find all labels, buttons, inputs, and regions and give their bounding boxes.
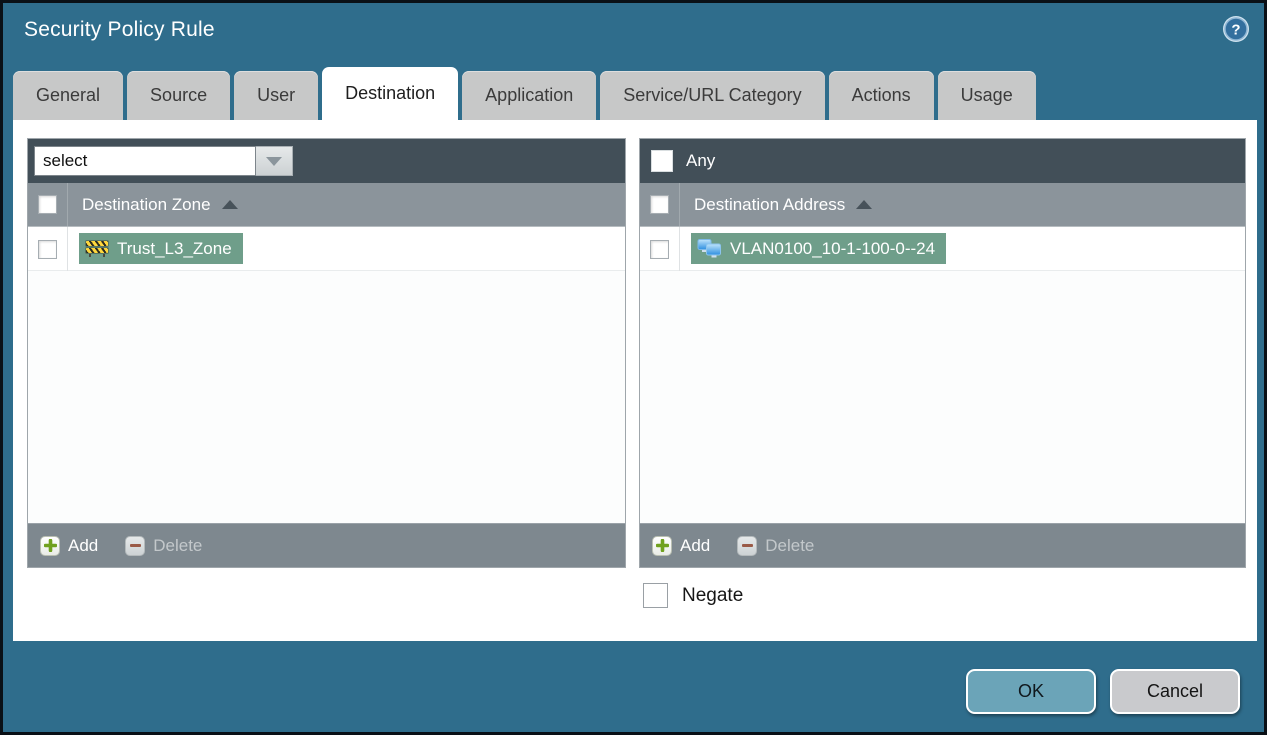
address-row-checkbox[interactable] xyxy=(650,239,669,259)
zone-item-label: Trust_L3_Zone xyxy=(117,238,232,258)
dialog-surface: Security Policy Rule ? General Source Us… xyxy=(3,3,1264,732)
svg-text:?: ? xyxy=(1231,22,1240,39)
cancel-button[interactable]: Cancel xyxy=(1110,669,1240,714)
table-row: Trust_L3_Zone xyxy=(28,227,625,271)
zone-select-all-checkbox[interactable] xyxy=(38,195,57,214)
minus-icon xyxy=(737,535,758,556)
zone-panel-toolbar: select xyxy=(28,139,625,183)
negate-option: Negate xyxy=(643,583,743,608)
zone-select-dropdown-button[interactable] xyxy=(256,146,293,176)
address-panel-footer: Add Delete xyxy=(640,523,1245,567)
chevron-down-icon xyxy=(266,156,282,166)
destination-zone-panel: select Destination Zone Trust_L3_Zone Ad… xyxy=(27,138,626,568)
tab-bar: General Source User Destination Applicat… xyxy=(13,67,1036,120)
zone-delete-button[interactable]: Delete xyxy=(125,535,202,556)
address-panel-toolbar: Any xyxy=(640,139,1245,183)
ok-button[interactable]: OK xyxy=(966,669,1096,714)
address-item-vlan0100[interactable]: VLAN0100_10-1-100-0--24 xyxy=(691,233,947,264)
address-column-header-row: Destination Address xyxy=(640,183,1245,227)
negate-label: Negate xyxy=(682,584,744,606)
security-policy-rule-dialog: Security Policy Rule ? General Source Us… xyxy=(0,0,1267,735)
address-delete-button[interactable]: Delete xyxy=(737,535,814,556)
negate-checkbox[interactable] xyxy=(643,583,668,608)
zone-list: Trust_L3_Zone xyxy=(28,227,625,523)
zone-item-trust-l3-zone[interactable]: Trust_L3_Zone xyxy=(79,233,243,264)
tab-destination[interactable]: Destination xyxy=(322,67,459,120)
plus-icon xyxy=(40,535,60,556)
network-computers-icon xyxy=(697,238,722,259)
sort-ascending-icon[interactable] xyxy=(856,200,873,209)
sort-ascending-icon[interactable] xyxy=(221,200,238,209)
zone-panel-footer: Add Delete xyxy=(28,523,625,567)
zone-row-checkbox[interactable] xyxy=(38,239,57,259)
address-item-label: VLAN0100_10-1-100-0--24 xyxy=(730,238,936,258)
tab-source[interactable]: Source xyxy=(127,71,231,120)
destination-tab-content: select Destination Zone Trust_L3_Zone Ad… xyxy=(13,120,1257,641)
tab-usage[interactable]: Usage xyxy=(937,71,1036,120)
zone-column-header-row: Destination Zone xyxy=(28,183,625,227)
help-icon[interactable]: ? xyxy=(1222,15,1250,43)
zone-select-combobox[interactable]: select xyxy=(34,146,293,176)
address-add-button[interactable]: Add xyxy=(652,535,710,556)
any-label: Any xyxy=(686,151,716,170)
tab-service-url-category[interactable]: Service/URL Category xyxy=(600,71,825,120)
zone-barrier-icon xyxy=(85,240,109,257)
tab-user[interactable]: User xyxy=(234,71,319,120)
zone-column-header[interactable]: Destination Zone xyxy=(82,195,211,215)
address-select-all-checkbox[interactable] xyxy=(650,195,669,214)
minus-icon xyxy=(125,535,146,556)
address-column-header[interactable]: Destination Address xyxy=(694,195,845,215)
dialog-title: Security Policy Rule xyxy=(24,18,215,41)
zone-select-value[interactable]: select xyxy=(34,146,256,176)
destination-address-panel: Any Destination Address VLAN0100_10-1-10… xyxy=(639,138,1246,568)
zone-add-button[interactable]: Add xyxy=(40,535,98,556)
plus-icon xyxy=(652,535,672,556)
tab-actions[interactable]: Actions xyxy=(828,71,934,120)
any-checkbox[interactable] xyxy=(651,150,673,172)
tab-general[interactable]: General xyxy=(13,71,124,120)
tab-application[interactable]: Application xyxy=(462,71,597,120)
table-row: VLAN0100_10-1-100-0--24 xyxy=(640,227,1245,271)
address-list: VLAN0100_10-1-100-0--24 xyxy=(640,227,1245,523)
